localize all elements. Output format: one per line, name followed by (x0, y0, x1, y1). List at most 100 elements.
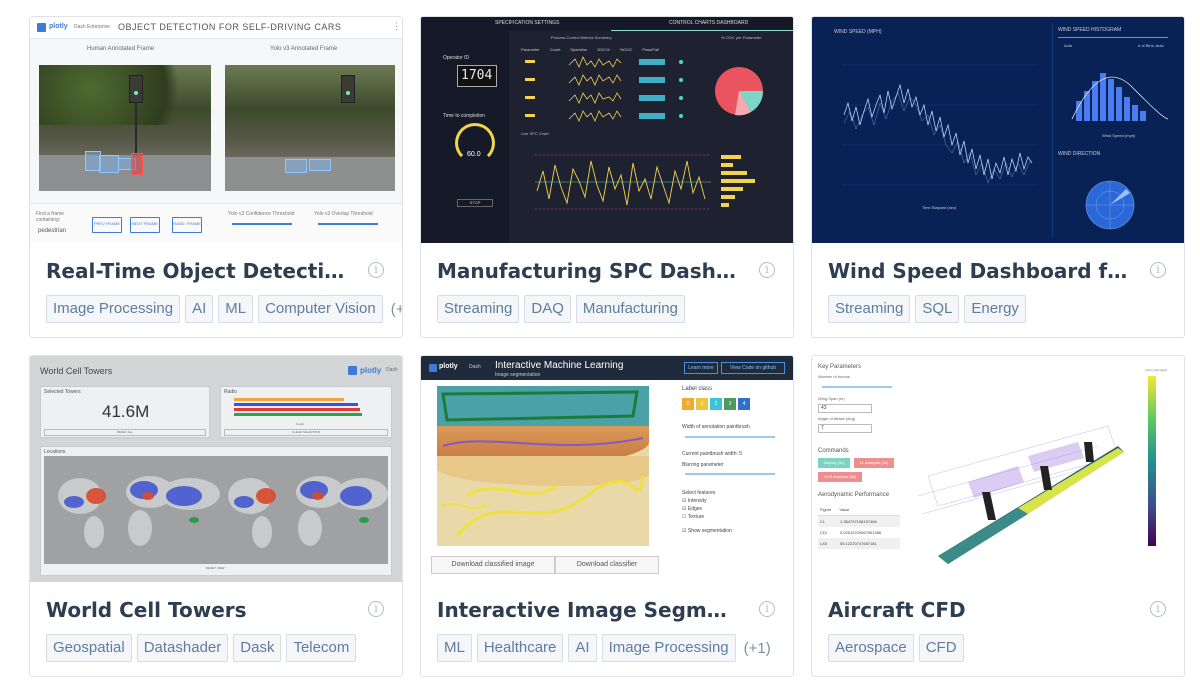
info-icon[interactable]: i (368, 601, 384, 617)
info-icon[interactable]: i (1150, 601, 1166, 617)
reset-all-button[interactable]: RESET ALL (44, 429, 206, 436)
app-card-manufacturing-spc[interactable]: SPECIFICATION SETTINGS CONTROL CHARTS DA… (420, 16, 794, 338)
street-frame-left (39, 65, 211, 191)
tag[interactable]: Manufacturing (575, 295, 685, 323)
count-axis-label: Count (296, 422, 305, 426)
commands-label: Commands (818, 448, 849, 454)
view-code-button[interactable]: View Code on github (721, 362, 785, 374)
info-icon[interactable]: i (759, 262, 775, 278)
app-card-title[interactable]: Real-Time Object Detection (46, 259, 346, 283)
angle-of-attack-input[interactable]: 7 (818, 424, 872, 433)
tag[interactable]: Streaming (828, 295, 911, 323)
radio-bar-chart (234, 398, 362, 416)
app-card-title[interactable]: Aircraft CFD (828, 598, 1128, 622)
tag[interactable]: Streaming (437, 295, 520, 323)
app-card-title[interactable]: Interactive Image Segmentat... (437, 598, 737, 622)
learn-more-button[interactable]: Learn more (684, 362, 718, 374)
tag[interactable]: Geospatial (46, 634, 132, 662)
app-card-aircraft-cfd[interactable]: Key Parameters Number of booms Wing Span… (811, 355, 1185, 677)
feature-edges-checkbox[interactable]: ☑ Edges (682, 506, 702, 512)
more-tags-count[interactable]: (+1) (744, 640, 771, 657)
tag[interactable]: Telecom (286, 634, 357, 662)
app-card-image-segmentation[interactable]: plotly Dash Interactive Machine Learning… (420, 355, 794, 677)
wind-histogram (1071, 73, 1169, 121)
app-card-title[interactable]: Manufacturing SPC Dashboard (437, 259, 737, 283)
spc-title: Live SPC Chart (521, 131, 549, 136)
prev-frame-button[interactable]: PREV FRAME (92, 217, 122, 233)
colorbar-label: Vortex Strengths (1145, 368, 1168, 372)
time-label: Time to completion (443, 113, 486, 119)
ooc-title: % OOC per Parameter (721, 35, 762, 40)
ll-analysis-button[interactable]: LL Analysis (3s) (854, 458, 894, 468)
app-card-wind-speed[interactable]: WIND SPEED (MPH) Time Elapsed (sec) WIND… (811, 16, 1185, 338)
class-select[interactable]: pedestrian (38, 228, 66, 234)
preview-app-title: World Cell Towers (40, 366, 113, 376)
tag[interactable]: Computer Vision (258, 295, 383, 323)
wing-span-label: Wing Span (m) (818, 396, 845, 401)
tag[interactable]: Aerospace (828, 634, 914, 662)
segmentation-image[interactable] (437, 386, 649, 546)
app-preview-image: World Cell Towers plotly Dash Selected T… (30, 356, 402, 582)
operator-label: Operator ID (443, 55, 470, 61)
display-button[interactable]: Display (3s) (818, 458, 850, 468)
info-icon[interactable]: i (1150, 262, 1166, 278)
download-classifier-button[interactable]: Download classifier (555, 556, 659, 574)
histogram-title: WIND SPEED HISTOGRAM (1058, 27, 1122, 33)
number-of-booms-label: Number of booms (818, 374, 850, 379)
overlap-slider[interactable] (318, 223, 378, 225)
tab-control-charts[interactable]: CONTROL CHARTS DASHBOARD (669, 20, 748, 26)
info-icon[interactable]: i (368, 262, 384, 278)
class-button[interactable]: 3 (724, 398, 736, 410)
aero-performance-label: Aerodynamic Performance (818, 492, 890, 498)
wind-direction-title: WIND DIRECTION (1058, 151, 1101, 157)
street-frame-right (225, 65, 395, 191)
tag-list: Image Processing AI ML Computer Vision (… (46, 295, 402, 323)
brush-width-slider[interactable] (685, 436, 775, 438)
auto-checkbox[interactable]: Auto (1064, 43, 1072, 48)
clear-selection-button[interactable]: CLEAR SELECTION (224, 429, 388, 436)
blurring-slider[interactable] (685, 473, 775, 475)
tag[interactable]: Image Processing (46, 295, 181, 323)
info-icon[interactable]: i (759, 601, 775, 617)
reset-view-button[interactable]: RESET VIEW (206, 566, 224, 570)
download-image-button[interactable]: Download classified image (431, 556, 555, 574)
tag[interactable]: CFD (918, 634, 964, 662)
feature-texture-checkbox[interactable]: ☐ Texture (682, 514, 704, 520)
app-card-title[interactable]: World Cell Towers (46, 598, 346, 622)
class-button[interactable]: 1 (696, 398, 708, 410)
tag[interactable]: SQL (915, 295, 960, 323)
app-card-world-cell-towers[interactable]: World Cell Towers plotly Dash Selected T… (29, 355, 403, 677)
tag[interactable]: AI (185, 295, 214, 323)
wing-span-input[interactable]: 43 (818, 404, 872, 413)
next-frame-button[interactable]: NEXT FRAME (130, 217, 160, 233)
confidence-slider[interactable] (232, 223, 292, 225)
tag[interactable]: DAQ (524, 295, 571, 323)
more-tags-count[interactable]: (+1) (391, 301, 402, 318)
class-button[interactable]: 0 (682, 398, 694, 410)
tag[interactable]: Healthcare (476, 634, 564, 662)
tag[interactable]: Image Processing (601, 634, 736, 662)
booms-slider[interactable] (822, 386, 892, 388)
left-caption: Human Annotated Frame (87, 46, 155, 52)
tag[interactable]: ML (437, 634, 472, 662)
angle-of-attack-label: Angle of Attack (deg) (818, 416, 856, 421)
tag[interactable]: Energy (964, 295, 1026, 323)
feature-intensity-checkbox[interactable]: ☑ Intensity (682, 498, 707, 504)
app-card-title[interactable]: Wind Speed Dashboard for W... (828, 259, 1128, 283)
tag[interactable]: ML (218, 295, 254, 323)
operator-id-display: 1704 (461, 68, 493, 83)
tag[interactable]: Datashader (136, 634, 229, 662)
app-card-object-detection[interactable]: plotly Dash Enterprise OBJECT DETECTION … (29, 16, 403, 338)
class-button[interactable]: 4 (738, 398, 750, 410)
random-frame-button[interactable]: RAND. FRAME (172, 217, 202, 233)
stop-button[interactable]: STOP (457, 199, 493, 207)
tab-specification-settings[interactable]: SPECIFICATION SETTINGS (495, 20, 559, 26)
label-class-label: Label class (682, 386, 713, 392)
show-segmentation-checkbox[interactable]: ☑ Show segmentation (682, 528, 732, 534)
tag[interactable]: AI (568, 634, 597, 662)
class-button[interactable]: 2 (710, 398, 722, 410)
plotly-logo: plotly (49, 23, 68, 30)
tag-list: Streaming SQL Energy (828, 295, 1026, 323)
tag[interactable]: Dask (233, 634, 282, 662)
vlm-analysis-button[interactable]: VLM Analysis (5s) (818, 472, 862, 482)
